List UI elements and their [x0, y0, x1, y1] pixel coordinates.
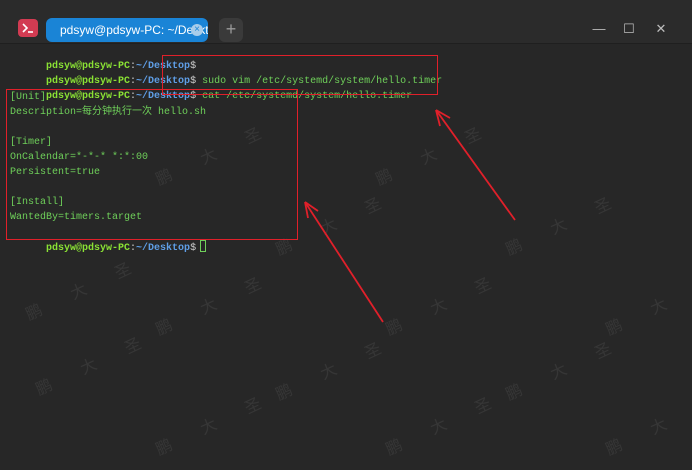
annotation-arrows	[304, 109, 516, 323]
arrow-to-file-head	[304, 201, 319, 219]
arrow-to-commands	[435, 109, 516, 221]
terminal-window: pdsyw@pdsyw-PC: ~/Desktop × + — ☐ ✕ 鹏 大 …	[0, 0, 692, 470]
arrow-to-file	[304, 201, 384, 323]
